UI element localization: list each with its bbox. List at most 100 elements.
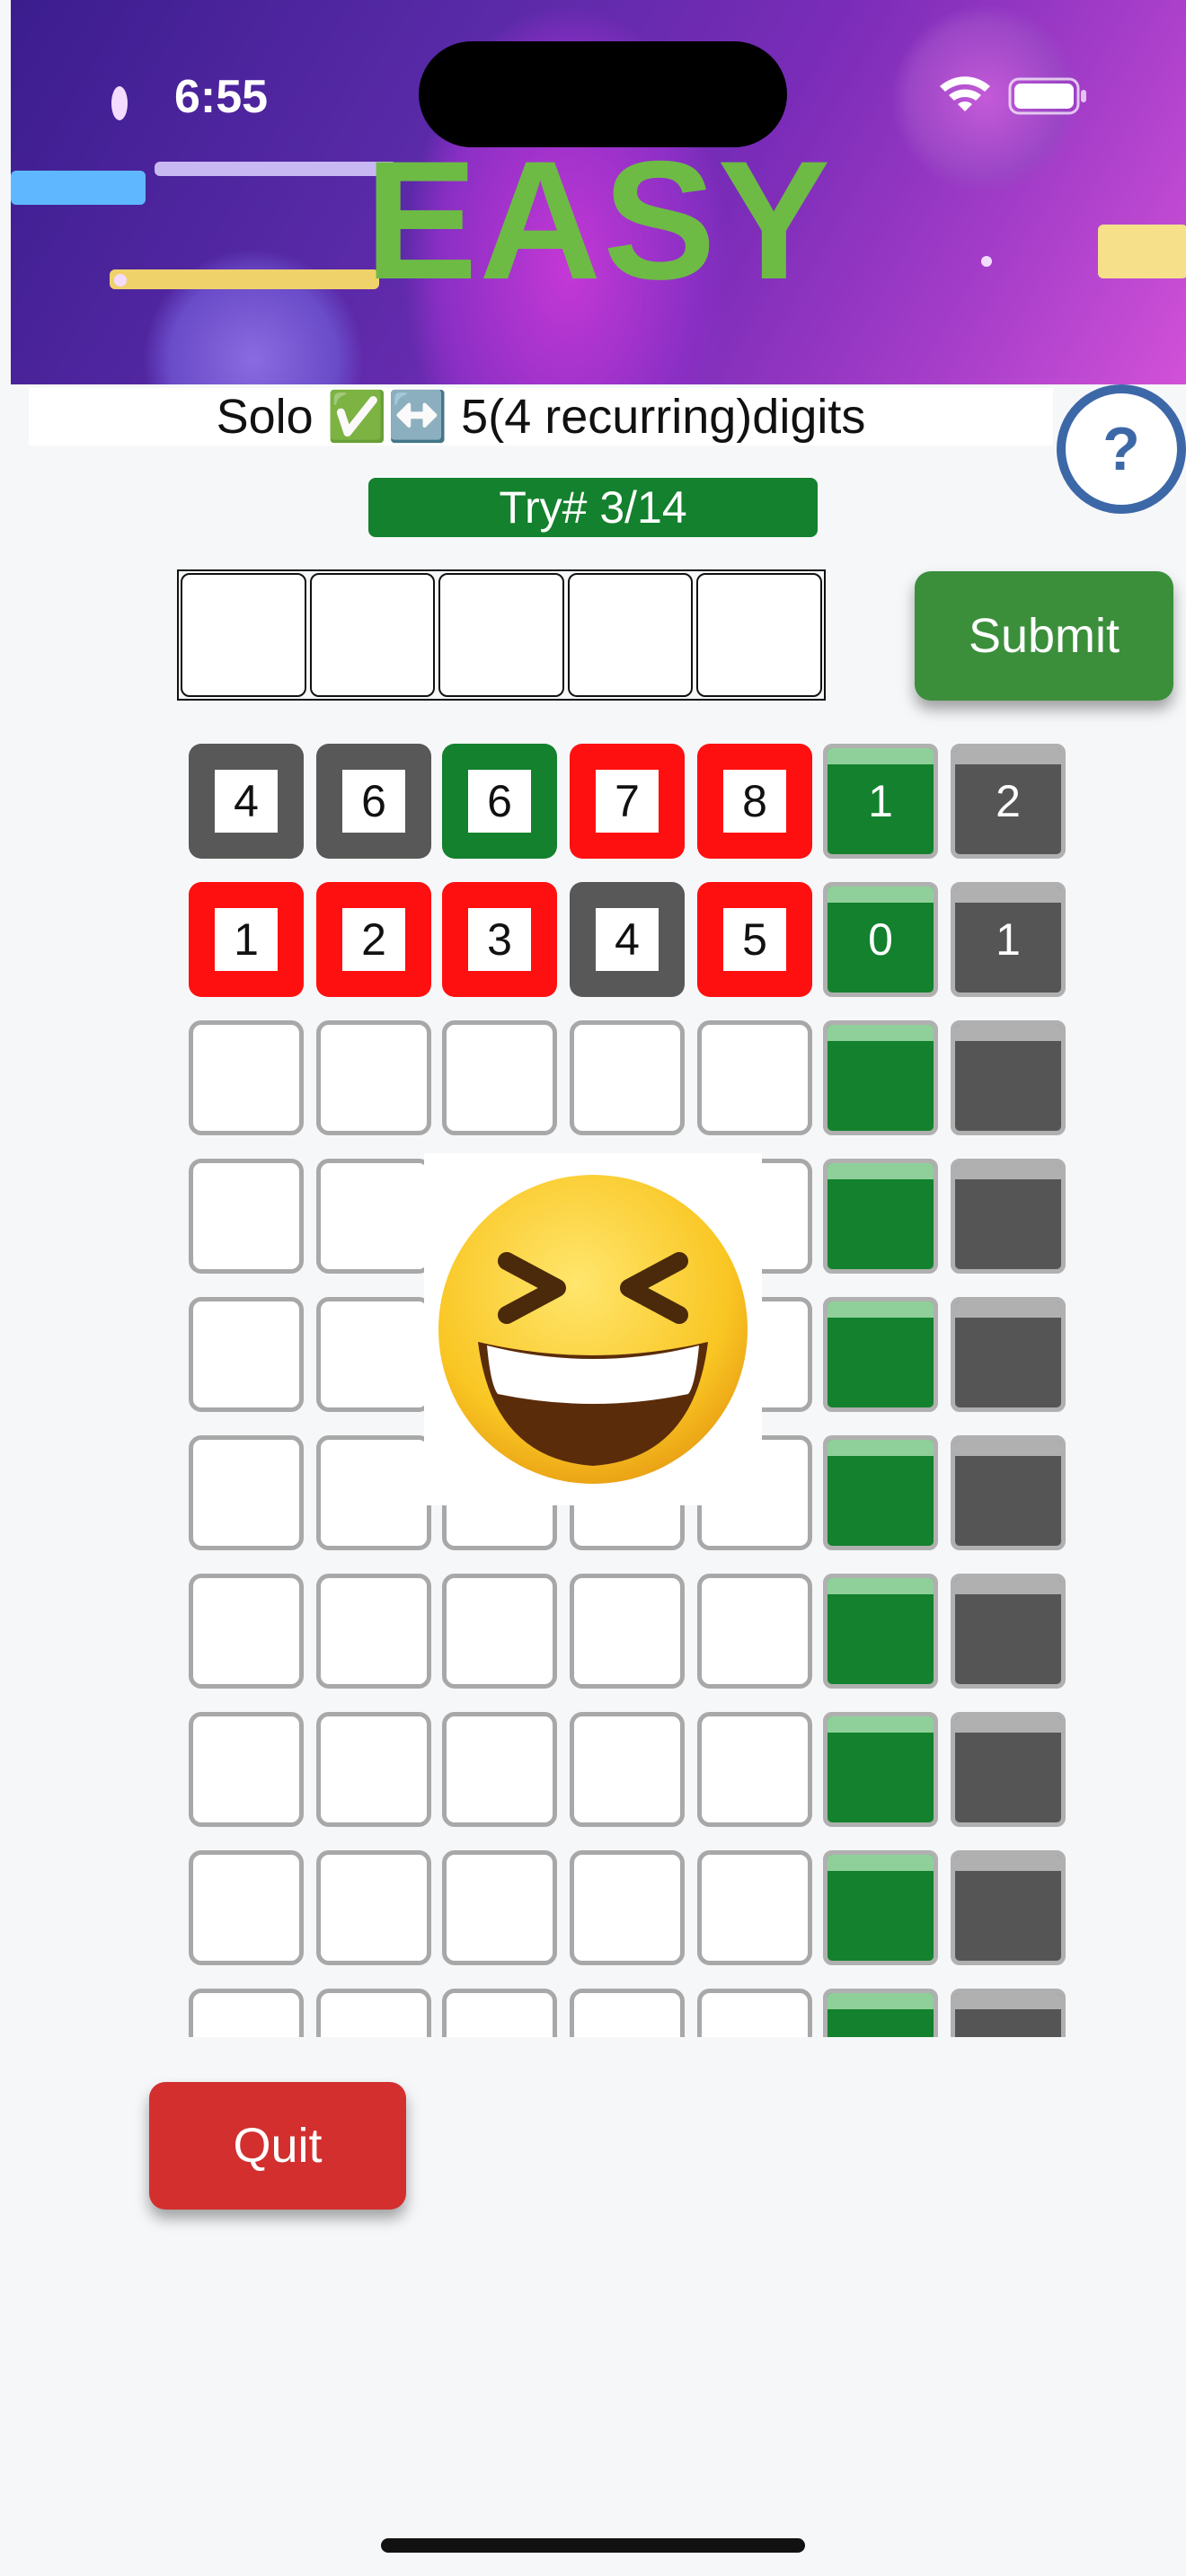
- empty-digit-cell: [697, 1020, 812, 1135]
- banner-dot: [111, 86, 128, 120]
- score-strip: [955, 887, 1061, 903]
- empty-digit-cell: [316, 1574, 431, 1689]
- guess-input-digit-2[interactable]: [309, 573, 436, 697]
- difficulty-title: EASY: [365, 126, 832, 314]
- misplaced-count: [951, 1850, 1066, 1965]
- score-strip: [828, 1301, 934, 1318]
- guess-digit: 6: [468, 770, 531, 833]
- empty-digit-cell: [697, 1989, 812, 2037]
- correct-position-count: 0: [823, 882, 938, 997]
- score-strip: [955, 1440, 1061, 1456]
- misplaced-count: [951, 1159, 1066, 1274]
- empty-digit-cell: [189, 1435, 304, 1550]
- guess-row: [189, 1989, 1069, 2037]
- guess-digit-cell: 1: [189, 882, 304, 997]
- guess-input-digit-5[interactable]: [696, 573, 822, 697]
- misplaced-count: 1: [951, 882, 1066, 997]
- guess-row: [189, 1574, 1069, 1689]
- empty-digit-cell: [697, 1712, 812, 1827]
- empty-digit-cell: [189, 1712, 304, 1827]
- score-strip: [955, 1578, 1061, 1594]
- guess-digit: 2: [342, 908, 405, 971]
- guess-digit: 5: [723, 908, 786, 971]
- guess-digit: 7: [596, 770, 659, 833]
- empty-digit-cell: [316, 1020, 431, 1135]
- correct-position-count: [823, 1850, 938, 1965]
- correct-position-count-value: 0: [868, 914, 893, 965]
- help-button[interactable]: ?: [1057, 384, 1186, 514]
- score-strip: [828, 1855, 934, 1871]
- status-time: 6:55: [174, 71, 269, 123]
- guess-digit: 3: [468, 908, 531, 971]
- score-strip: [955, 1163, 1061, 1179]
- empty-digit-cell: [316, 1159, 431, 1274]
- score-strip: [828, 1716, 934, 1733]
- score-strip: [955, 1301, 1061, 1318]
- correct-position-count: [823, 1574, 938, 1689]
- misplaced-count-value: 1: [996, 914, 1021, 965]
- submit-button[interactable]: Submit: [915, 571, 1173, 701]
- empty-digit-cell: [189, 1159, 304, 1274]
- empty-digit-cell: [189, 1850, 304, 1965]
- correct-position-count: 1: [823, 744, 938, 859]
- guess-input-digit-1[interactable]: [181, 573, 306, 697]
- home-indicator[interactable]: [381, 2538, 805, 2553]
- empty-digit-cell: [189, 1989, 304, 2037]
- misplaced-count: [951, 1297, 1066, 1412]
- guess-row: 1234501: [189, 882, 1069, 997]
- empty-digit-cell: [570, 1989, 685, 2037]
- guess-digit-cell: 6: [316, 744, 431, 859]
- correct-position-count: [823, 1159, 938, 1274]
- misplaced-count: [951, 1989, 1066, 2037]
- guess-input-row[interactable]: [177, 569, 826, 701]
- guess-row: [189, 1712, 1069, 1827]
- header-banner: 6:55 EASY: [11, 0, 1186, 384]
- guess-input-digit-4[interactable]: [567, 573, 694, 697]
- battery-icon: [1008, 77, 1086, 115]
- correct-position-count: [823, 1435, 938, 1550]
- empty-digit-cell: [570, 1020, 685, 1135]
- empty-digit-cell: [570, 1712, 685, 1827]
- misplaced-count: [951, 1574, 1066, 1689]
- score-strip: [955, 1993, 1061, 2009]
- score-strip: [828, 1440, 934, 1456]
- guess-digit: 4: [596, 908, 659, 971]
- misplaced-count: [951, 1435, 1066, 1550]
- guess-digit-cell: 4: [570, 882, 685, 997]
- misplaced-count: 2: [951, 744, 1066, 859]
- misplaced-count: [951, 1020, 1066, 1135]
- correct-position-count-value: 1: [868, 776, 893, 826]
- guess-digit-cell: 4: [189, 744, 304, 859]
- score-strip: [828, 1163, 934, 1179]
- empty-digit-cell: [697, 1574, 812, 1689]
- score-strip: [828, 1025, 934, 1041]
- empty-digit-cell: [442, 1989, 557, 2037]
- guess-digit-cell: 7: [570, 744, 685, 859]
- score-strip: [955, 1025, 1061, 1041]
- guess-row: 4 66 7 8 1 2: [189, 744, 1069, 859]
- guess-digit-cell: 5: [697, 882, 812, 997]
- guess-row: [189, 1850, 1069, 1965]
- guess-row: [189, 1020, 1069, 1135]
- empty-digit-cell: [316, 1850, 431, 1965]
- try-counter: Try# 3/14: [368, 478, 818, 537]
- guess-digit-cell: 6: [442, 744, 557, 859]
- quit-button[interactable]: Quit: [149, 2082, 406, 2210]
- guess-digit: 6: [342, 770, 405, 833]
- guess-digit-cell: 2: [316, 882, 431, 997]
- score-strip: [828, 887, 934, 903]
- empty-digit-cell: [316, 1712, 431, 1827]
- guess-input-digit-3[interactable]: [438, 573, 564, 697]
- mode-description: Solo ✅↔️ 5(4 recurring)digits: [29, 388, 1053, 446]
- misplaced-count: [951, 1712, 1066, 1827]
- correct-position-count: [823, 1712, 938, 1827]
- score-strip: [828, 1993, 934, 2009]
- empty-digit-cell: [697, 1850, 812, 1965]
- grinning-squinting-face-icon: [424, 1153, 762, 1505]
- correct-position-count: [823, 1297, 938, 1412]
- misplaced-count-value: 2: [996, 776, 1021, 826]
- empty-digit-cell: [442, 1850, 557, 1965]
- correct-position-count: [823, 1020, 938, 1135]
- empty-digit-cell: [316, 1435, 431, 1550]
- score-strip: [955, 1855, 1061, 1871]
